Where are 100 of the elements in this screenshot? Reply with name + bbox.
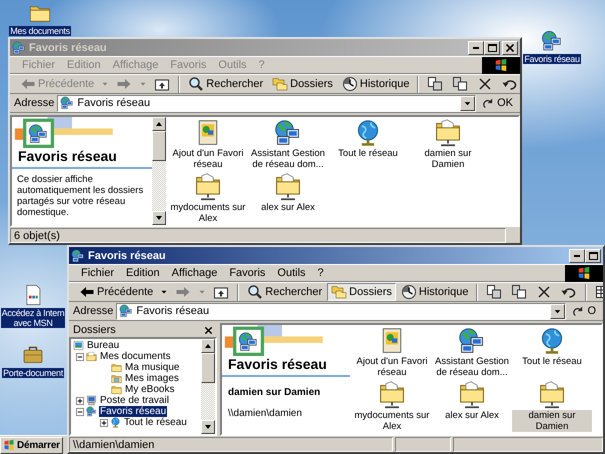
menu-item[interactable]: Favoris — [223, 267, 272, 279]
caret-icon — [198, 288, 206, 296]
folder-icon — [111, 384, 122, 395]
computer-icon — [86, 395, 97, 406]
folder-icon — [111, 362, 122, 373]
selection-name: damien sur Damien — [227, 386, 322, 398]
address-label: Adresse — [73, 305, 114, 317]
forward-arrow-icon — [175, 284, 192, 300]
item-label[interactable]: Assistant Gestion de réseau dom... — [248, 148, 328, 170]
desktop-icon-label[interactable]: Accédez à Intern avec MSN — [0, 308, 66, 328]
desktop-icon-label[interactable]: Porte-document — [2, 368, 64, 378]
item-label[interactable]: Assistant Gestion de réseau dom... — [432, 356, 512, 378]
tree-item[interactable]: Poste de travail — [99, 395, 170, 406]
network-computers-icon — [71, 248, 85, 262]
start-button[interactable]: Démarrer — [0, 436, 63, 454]
maximize-button[interactable] — [585, 248, 601, 262]
delete-icon — [536, 284, 552, 300]
item-label[interactable]: Ajout d'un Favori réseau — [168, 148, 248, 170]
network-computers-icon — [86, 406, 97, 417]
minimize-icon — [473, 46, 479, 48]
address-field[interactable]: Favoris réseau — [116, 302, 566, 320]
folders-icon — [331, 284, 348, 300]
delete-icon — [477, 76, 494, 92]
network-computers-icon[interactable] — [541, 30, 563, 52]
item-label[interactable]: damien sur Damien — [512, 410, 592, 432]
menu-item[interactable]: ? — [312, 267, 330, 279]
history-icon — [400, 284, 417, 300]
toolbar-button[interactable]: Dossiers — [268, 75, 337, 93]
minus-box-icon[interactable] — [76, 408, 84, 416]
item-label[interactable]: alex sur Alex — [444, 410, 500, 421]
dropdown-button[interactable] — [460, 96, 476, 110]
desktop-icon-label[interactable]: Favoris réseau — [523, 54, 581, 64]
menu-item[interactable]: Affichage — [166, 267, 224, 279]
item-label[interactable]: damien sur Damien — [408, 148, 488, 170]
tree-item[interactable]: Favoris réseau — [99, 406, 168, 417]
dropdown-button[interactable] — [550, 304, 566, 318]
tree-item[interactable]: Tout le réseau — [123, 417, 188, 428]
history-icon — [342, 76, 358, 92]
globe-icon — [110, 417, 121, 428]
tree-item[interactable]: My eBooks — [124, 384, 176, 395]
copy-to-icon — [452, 76, 468, 92]
folder-title: Favoris réseau — [222, 356, 350, 377]
toolbar-button[interactable]: Rechercher — [184, 75, 268, 93]
item-label[interactable]: alex sur Alex — [260, 202, 316, 213]
pane-title: Dossiers — [73, 324, 116, 336]
item-label[interactable]: Tout le réseau — [337, 148, 399, 159]
network-computers-icon — [119, 304, 134, 318]
item-label[interactable]: mydocuments sur Alex — [352, 410, 432, 432]
desktop-icon-label[interactable]: Mes documents — [9, 26, 71, 36]
windows-flag-icon — [3, 439, 15, 451]
network-computers-icon[interactable] — [274, 119, 302, 147]
minimize-button[interactable] — [468, 40, 484, 54]
window-title: Favoris réseau — [29, 42, 108, 54]
folder-icon — [86, 351, 97, 362]
briefcase-icon[interactable] — [22, 344, 44, 366]
maximize-button[interactable] — [484, 40, 500, 54]
menu-item[interactable]: Outils — [271, 267, 312, 279]
toolbar-button[interactable]: Historique — [396, 283, 472, 301]
menu-item[interactable]: Fichier — [75, 267, 120, 279]
forward-arrow-icon — [116, 76, 132, 92]
selection-path: \\damien\damien — [227, 407, 303, 419]
network-folder-icon[interactable] — [458, 381, 486, 409]
item-label[interactable]: Ajout d'un Favori réseau — [352, 356, 432, 378]
address-field[interactable]: Favoris réseau — [57, 94, 476, 112]
toolbar-button[interactable]: Historique — [338, 75, 414, 93]
plus-box-icon[interactable] — [100, 418, 108, 426]
network-folder-icon[interactable] — [538, 381, 566, 409]
scrollbar[interactable] — [152, 117, 166, 225]
network-folder-icon[interactable] — [434, 119, 462, 147]
network-folder-icon[interactable] — [194, 173, 222, 201]
toolbar-button[interactable]: Rechercher — [243, 283, 326, 301]
menu-item[interactable]: Edition — [120, 267, 166, 279]
plus-box-icon[interactable] — [76, 396, 84, 404]
tree-item[interactable]: Bureau — [86, 340, 120, 351]
go-button[interactable]: O — [569, 302, 599, 320]
address-label: Adresse — [14, 97, 54, 109]
tree-item[interactable]: Mes images — [124, 373, 180, 384]
back-arrow-icon — [79, 284, 95, 300]
close-icon[interactable] — [204, 326, 213, 334]
maximize-icon — [488, 44, 496, 52]
caret-icon — [139, 80, 148, 88]
close-button[interactable] — [502, 40, 518, 54]
minus-box-icon[interactable] — [76, 352, 84, 360]
network-folder-icon[interactable] — [378, 381, 406, 409]
go-button[interactable]: OK — [479, 94, 516, 112]
item-label[interactable]: mydocuments sur Alex — [168, 202, 248, 224]
maximize-icon — [588, 252, 598, 260]
tree-item[interactable]: Ma musique — [124, 362, 180, 373]
minimize-button[interactable] — [569, 248, 585, 262]
windows-flag-icon — [577, 266, 591, 280]
network-computers-icon[interactable] — [458, 327, 486, 355]
tree-item[interactable]: Mes documents — [99, 351, 172, 362]
back-button[interactable]: Précédente — [75, 283, 158, 301]
network-folder-icon[interactable] — [274, 173, 302, 201]
copy-to-icon — [511, 284, 528, 300]
item-label[interactable]: Tout le réseau — [521, 356, 583, 367]
toolbar-button[interactable]: Dossiers — [327, 283, 396, 301]
caret-icon — [101, 80, 110, 88]
scrollbar[interactable] — [201, 339, 215, 434]
minimize-icon — [574, 254, 580, 256]
